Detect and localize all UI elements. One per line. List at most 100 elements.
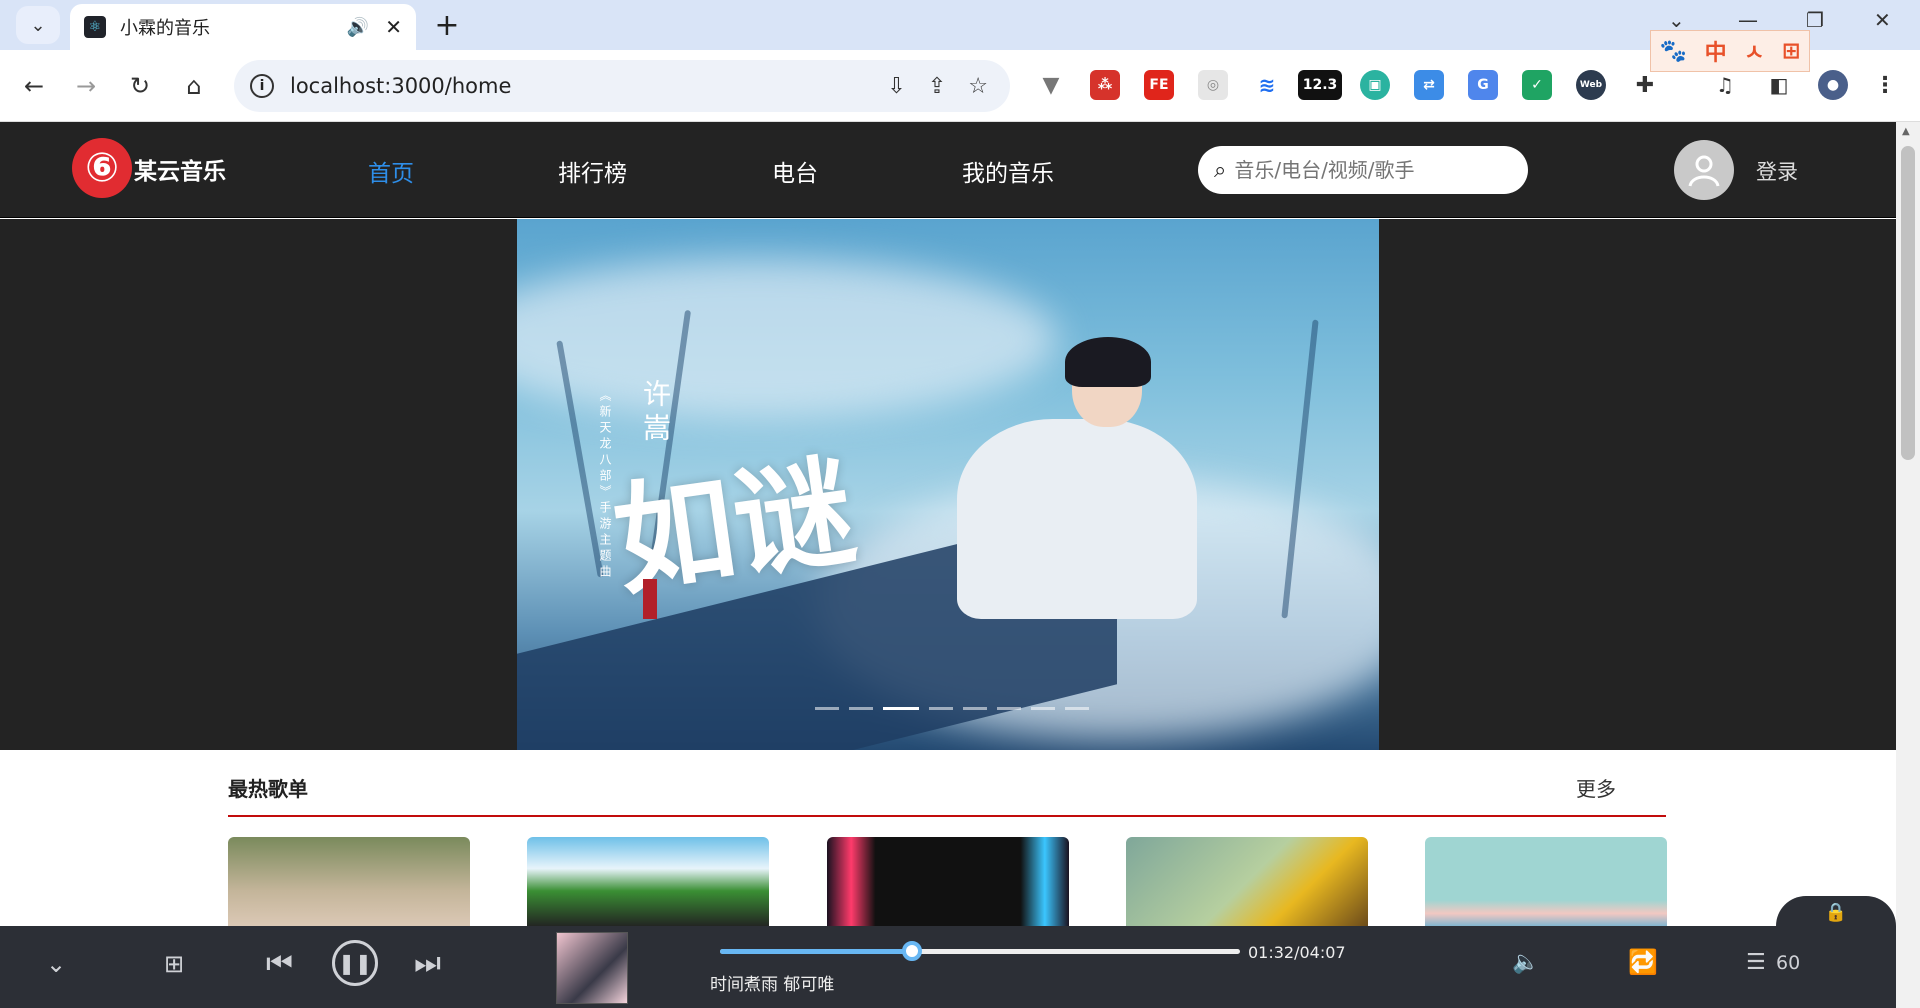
carousel-dot[interactable]: [849, 707, 873, 710]
carousel-dot[interactable]: [1065, 707, 1089, 710]
next-track-icon[interactable]: ⏭: [414, 946, 441, 981]
playlist-queue-icon[interactable]: ☰: [1746, 950, 1766, 975]
search-box[interactable]: ⌕: [1198, 146, 1528, 194]
puzzle-extensions-icon[interactable]: ✚: [1630, 70, 1660, 100]
progress-knob[interactable]: [902, 941, 923, 961]
previous-track-icon[interactable]: ⏮: [266, 946, 293, 981]
browser-toolbar: ← → ↻ ⌂ i localhost:3000/home ⇩ ⇪ ☆ ▼ ⁂ …: [0, 50, 1920, 122]
lock-player-tab[interactable]: 🔒: [1776, 896, 1896, 928]
tab-title: 小霖的音乐: [120, 18, 210, 39]
lcp-extension-badge[interactable]: 12.3: [1298, 70, 1342, 100]
section-divider: [228, 815, 1666, 817]
monitor-extension-icon[interactable]: ▣: [1360, 70, 1390, 100]
layers-extension-icon[interactable]: ≋: [1252, 70, 1282, 100]
paw-icon[interactable]: 🐾: [1660, 39, 1687, 64]
site-info-icon[interactable]: i: [250, 74, 274, 98]
search-icon: ⌕: [1214, 157, 1227, 183]
lock-icon[interactable]: 🔒: [1825, 902, 1847, 923]
chevron-down-icon[interactable]: ⌄: [1668, 8, 1685, 32]
carousel-dot[interactable]: [815, 707, 839, 710]
restore-icon[interactable]: ❐: [1806, 8, 1824, 32]
address-bar[interactable]: i localhost:3000/home ⇩ ⇪ ☆: [234, 60, 1010, 112]
speaker-icon[interactable]: 🔊: [347, 17, 369, 38]
playlist-card[interactable]: [228, 837, 470, 927]
browser-tab-strip: ⌄ ⚛ 小霖的音乐 🔊 ✕ + ⌄ — ❐ ✕: [0, 0, 1920, 50]
user-icon[interactable]: ㅅ: [1744, 35, 1764, 67]
chevron-down-icon[interactable]: ⌄: [46, 950, 66, 978]
add-to-playlist-icon[interactable]: ⊞: [164, 950, 184, 978]
playlist-card[interactable]: [527, 837, 769, 927]
singer-figure: [957, 419, 1197, 619]
nav-home[interactable]: 首页: [368, 154, 414, 188]
logo-text[interactable]: 某云音乐: [134, 152, 226, 186]
profile-avatar-icon[interactable]: ●: [1818, 70, 1848, 100]
nav-radio[interactable]: 电台: [772, 154, 818, 188]
back-icon[interactable]: ←: [16, 68, 52, 104]
singer-hair: [1065, 337, 1151, 387]
new-tab-button[interactable]: +: [426, 4, 468, 46]
ime-mode-label[interactable]: 中: [1705, 35, 1727, 67]
grid-icon[interactable]: ⊞: [1782, 39, 1800, 64]
queue-count[interactable]: 60: [1776, 952, 1800, 974]
react-icon: ⚛: [84, 16, 106, 38]
side-panel-icon[interactable]: ◧: [1764, 70, 1794, 100]
login-link[interactable]: 登录: [1756, 156, 1798, 186]
media-control-icon[interactable]: ♫: [1710, 70, 1740, 100]
carousel-dot[interactable]: [963, 707, 987, 710]
player-bar: ⌄ ⊞ ⏮ ❚❚ ⏭ 01:32/04:07 时间煮雨 郁可唯 🔈 🔁 ☰ 60: [0, 926, 1896, 1008]
playlist-card[interactable]: [1126, 837, 1368, 927]
reload-icon[interactable]: ↻: [122, 68, 158, 104]
progress-bar[interactable]: [720, 941, 1240, 961]
song-info: 时间煮雨 郁可唯: [710, 975, 835, 995]
carousel-dot[interactable]: [1031, 707, 1055, 710]
playback-time: 01:32/04:07: [1248, 943, 1346, 962]
playlist-card[interactable]: [827, 837, 1069, 927]
bookmark-star-icon[interactable]: ☆: [968, 74, 988, 99]
app-header: ⑥ 某云音乐 首页 排行榜 电台 我的音乐 ⌕ 登录: [0, 122, 1896, 218]
extension-icon[interactable]: ⁂: [1090, 70, 1120, 100]
search-input[interactable]: [1232, 157, 1493, 183]
nav-my-music[interactable]: 我的音乐: [962, 154, 1054, 188]
share-icon[interactable]: ⇪: [928, 74, 946, 99]
red-seal-stamp: [643, 579, 657, 619]
close-icon[interactable]: ✕: [385, 15, 402, 39]
album-cover[interactable]: [556, 932, 628, 1004]
web-extension-icon[interactable]: Web: [1576, 70, 1606, 100]
translate-extension-icon[interactable]: G: [1468, 70, 1498, 100]
banner-title: 如谜: [605, 439, 864, 613]
sync-extension-icon[interactable]: ⇄: [1414, 70, 1444, 100]
more-link[interactable]: 更多: [1576, 773, 1616, 802]
volume-icon[interactable]: 🔈: [1512, 950, 1539, 975]
avatar[interactable]: [1674, 140, 1734, 200]
playlist-card[interactable]: [1425, 837, 1667, 927]
carousel-dot[interactable]: [997, 707, 1021, 710]
progress-fill: [720, 949, 913, 954]
logo-icon[interactable]: ⑥: [72, 138, 132, 198]
carousel-dot[interactable]: [929, 707, 953, 710]
repeat-icon[interactable]: 🔁: [1628, 948, 1658, 976]
forward-icon[interactable]: →: [68, 68, 104, 104]
tab-list-button[interactable]: ⌄: [16, 6, 60, 44]
page-scrollbar[interactable]: ▲: [1896, 122, 1920, 1008]
vue-devtools-icon[interactable]: ▼: [1036, 70, 1066, 100]
shield-extension-icon[interactable]: ✓: [1522, 70, 1552, 100]
user-silhouette-icon: [1688, 155, 1720, 187]
carousel-indicators: [815, 707, 1089, 710]
section-title: 最热歌单: [228, 777, 308, 801]
camera-extension-icon[interactable]: ◎: [1198, 70, 1228, 100]
home-icon[interactable]: ⌂: [176, 68, 212, 104]
url-text: localhost:3000/home: [290, 74, 512, 98]
banner-carousel[interactable]: 《新天龙八部》手游主题曲 许嵩 如谜: [517, 219, 1379, 750]
menu-kebab-icon[interactable]: ⋮: [1870, 70, 1900, 100]
browser-tab[interactable]: ⚛ 小霖的音乐 🔊 ✕: [70, 4, 416, 50]
scroll-thumb[interactable]: [1901, 146, 1915, 460]
scroll-up-icon[interactable]: ▲: [1902, 126, 1910, 137]
nav-charts[interactable]: 排行榜: [558, 154, 627, 188]
pause-icon[interactable]: ❚❚: [332, 940, 378, 986]
install-app-icon[interactable]: ⇩: [887, 74, 905, 99]
close-window-icon[interactable]: ✕: [1874, 8, 1891, 32]
ime-toolbar[interactable]: 🐾 中 ㅅ ⊞: [1650, 30, 1810, 72]
fe-extension-icon[interactable]: FE: [1144, 70, 1174, 100]
minimize-icon[interactable]: —: [1738, 8, 1758, 32]
carousel-dot[interactable]: [883, 707, 919, 710]
